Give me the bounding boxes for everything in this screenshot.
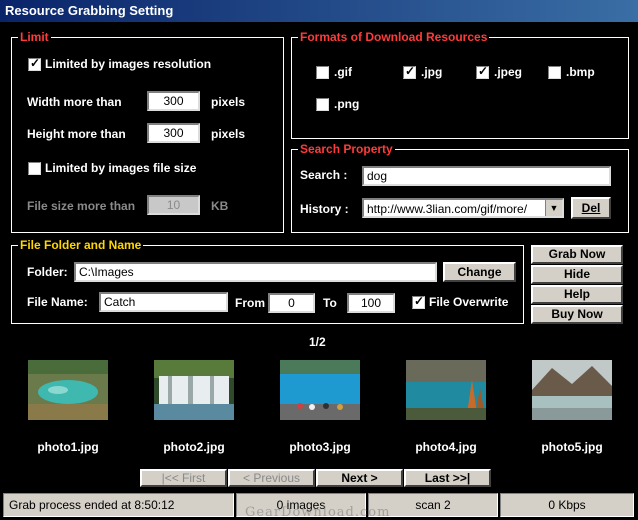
photo-thumbnail-1[interactable] — [28, 360, 108, 420]
overwrite-label: File Overwrite — [429, 295, 509, 309]
lake-crowd-image — [280, 360, 360, 420]
check-icon: ✓ — [478, 64, 489, 78]
filename-input[interactable]: Catch — [99, 292, 228, 312]
help-button[interactable]: Help — [531, 285, 623, 304]
formats-group: Formats of Download Resources — [291, 29, 629, 139]
width-input[interactable]: 300 — [147, 91, 200, 111]
help-label: Help — [563, 287, 590, 301]
first-page-label: |<< First — [161, 471, 206, 485]
next-page-label: Next > — [341, 471, 378, 485]
filesize-checkbox[interactable] — [28, 162, 41, 175]
photo-thumbnail-2[interactable] — [154, 360, 234, 420]
first-page-button[interactable]: |<< First — [140, 469, 227, 487]
photo-caption-4: photo4.jpg — [415, 440, 477, 454]
format-png-label: .png — [334, 97, 360, 111]
history-value: http://www.3lian.com/gif/more/ — [367, 202, 528, 216]
formats-legend: Formats of Download Resources — [298, 29, 490, 45]
format-bmp-checkbox[interactable] — [548, 66, 561, 79]
grab-now-label: Grab Now — [548, 247, 606, 261]
format-jpg-checkbox[interactable]: ✓ — [403, 64, 416, 79]
check-icon: ✓ — [414, 294, 425, 308]
mountain-lake-image — [532, 360, 612, 420]
folder-label: Folder: — [27, 265, 68, 279]
next-page-button[interactable]: Next > — [316, 469, 403, 487]
buy-now-label: Buy Now — [551, 307, 603, 321]
folder-legend: File Folder and Name — [18, 237, 144, 253]
resolution-checkbox[interactable]: ✓ — [28, 56, 41, 71]
history-label: History : — [300, 202, 349, 216]
format-png-checkbox[interactable] — [316, 98, 329, 111]
height-unit: pixels — [211, 127, 246, 141]
last-page-label: Last >>| — [424, 471, 471, 485]
photo-caption-1: photo1.jpg — [37, 440, 99, 454]
status-speed: 0 Kbps — [500, 493, 634, 517]
photo-caption-5: photo5.jpg — [541, 440, 603, 454]
history-select[interactable]: http://www.3lian.com/gif/more/ ▼ — [362, 198, 564, 218]
previous-page-label: < Previous — [242, 471, 301, 485]
from-label: From — [235, 296, 265, 310]
to-label: To — [323, 296, 337, 310]
limit-legend: Limit — [18, 29, 51, 45]
folder-input[interactable]: C:\Images — [74, 262, 437, 282]
lake-forest-image — [406, 360, 486, 420]
page-indicator: 1/2 — [309, 335, 326, 349]
overwrite-checkbox[interactable]: ✓ — [412, 294, 425, 309]
status-message: Grab process ended at 8:50:12 — [3, 493, 234, 517]
waterfall-image — [154, 360, 234, 420]
search-legend: Search Property — [298, 141, 395, 157]
hide-label: Hide — [563, 267, 590, 281]
window-title: Resource Grabbing Setting — [0, 0, 638, 22]
height-input[interactable]: 300 — [147, 123, 200, 143]
landscape-image — [28, 360, 108, 420]
height-label: Height more than — [27, 127, 126, 141]
status-message-text: Grab process ended at 8:50:12 — [9, 498, 175, 512]
filename-label: File Name: — [27, 295, 88, 309]
search-label: Search : — [300, 168, 348, 182]
format-jpg-label: .jpg — [421, 65, 443, 79]
photo-caption-2: photo2.jpg — [163, 440, 225, 454]
photo-caption-3: photo3.jpg — [289, 440, 351, 454]
format-bmp-label: .bmp — [566, 65, 595, 79]
check-icon: ✓ — [30, 56, 41, 70]
del-button[interactable]: Del — [571, 197, 611, 219]
filesize-label: Limited by images file size — [45, 161, 197, 175]
filesize-more-label: File size more than — [27, 199, 136, 213]
search-input[interactable]: dog — [362, 166, 611, 186]
buy-now-button[interactable]: Buy Now — [531, 305, 623, 324]
filesize-input[interactable]: 10 — [147, 195, 200, 215]
change-button[interactable]: Change — [443, 262, 516, 282]
resolution-label: Limited by images resolution — [45, 57, 212, 71]
to-input[interactable]: 100 — [347, 293, 395, 313]
format-gif-label: .gif — [334, 65, 352, 79]
filesize-unit: KB — [211, 199, 229, 213]
width-label: Width more than — [27, 95, 122, 109]
format-jpeg-checkbox[interactable]: ✓ — [476, 64, 489, 79]
last-page-button[interactable]: Last >>| — [404, 469, 491, 487]
chevron-down-icon[interactable]: ▼ — [545, 200, 562, 216]
check-icon: ✓ — [405, 64, 416, 78]
format-jpeg-label: .jpeg — [494, 65, 523, 79]
from-input[interactable]: 0 — [268, 293, 315, 313]
search-group: Search Property — [291, 141, 629, 233]
photo-thumbnail-4[interactable] — [406, 360, 486, 420]
status-speed-text: 0 Kbps — [548, 498, 586, 512]
previous-page-button[interactable]: < Previous — [228, 469, 315, 487]
photo-thumbnail-3[interactable] — [280, 360, 360, 420]
grab-now-button[interactable]: Grab Now — [531, 245, 623, 264]
del-button-label: Del — [581, 201, 601, 215]
change-button-label: Change — [457, 265, 502, 279]
status-scan-text: scan 2 — [415, 498, 451, 512]
width-unit: pixels — [211, 95, 246, 109]
photo-thumbnail-5[interactable] — [532, 360, 612, 420]
hide-button[interactable]: Hide — [531, 265, 623, 284]
watermark: GearDownload.com — [245, 505, 391, 520]
format-gif-checkbox[interactable] — [316, 66, 329, 79]
